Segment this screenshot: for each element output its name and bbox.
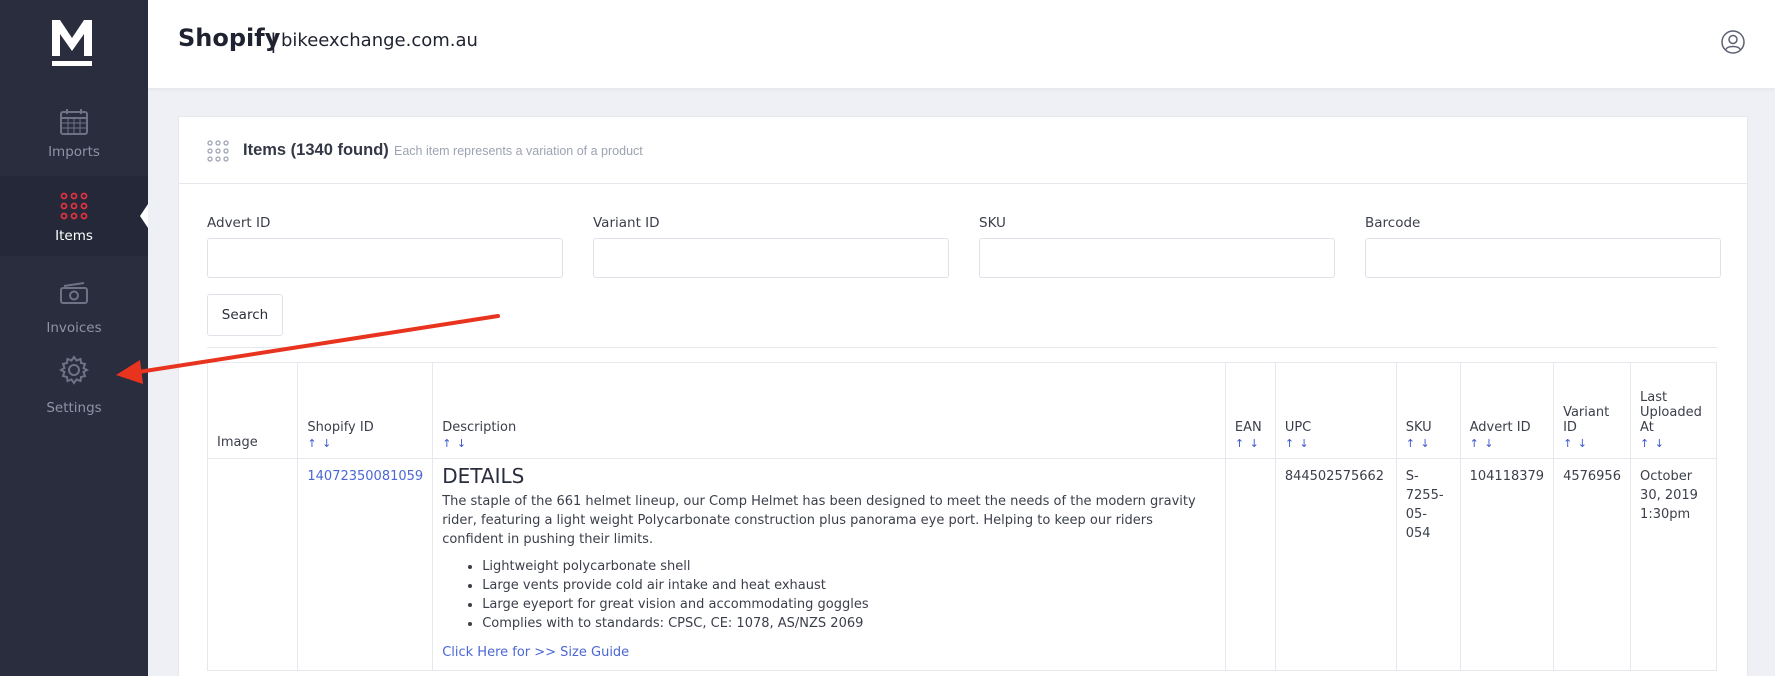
items-card: Items (1340 found) Each item represents … [178, 116, 1748, 676]
sku-input[interactable] [979, 238, 1335, 278]
store-domain: bikeexchange.com.au [281, 30, 478, 51]
advert-id-label: Advert ID [207, 215, 271, 231]
cell-sku: S-7255-05-054 [1395, 458, 1461, 671]
barcode-label: Barcode [1365, 215, 1421, 231]
column-header-sku[interactable]: SKU ↑ ↓ [1395, 362, 1461, 459]
column-header-image: Image [206, 362, 299, 459]
search-button[interactable]: Search [207, 294, 283, 336]
cell-upc: 844502575662 [1274, 458, 1397, 671]
table-header-row: Image Shopify ID ↑ ↓ Description ↑ ↓ EAN ↑ … [206, 362, 1717, 459]
sidebar-item-label: Settings [46, 400, 102, 416]
column-header-variant-id[interactable]: Variant ID ↑ ↓ [1553, 362, 1632, 459]
card-title: Items (1340 found) [243, 141, 389, 159]
divider [207, 347, 1717, 348]
cell-description: DETAILS The staple of the 661 helmet lin… [432, 458, 1226, 671]
sidebar-item-imports[interactable]: Imports [0, 92, 148, 172]
sidebar-item-items[interactable]: Items [0, 176, 148, 256]
column-header-advert-id[interactable]: Advert ID ↑ ↓ [1459, 362, 1555, 459]
grid-dots-icon [207, 140, 229, 162]
title-separator: | [270, 29, 277, 53]
description-text: The staple of the 661 helmet lineup, our… [442, 494, 1196, 547]
barcode-input[interactable] [1365, 238, 1721, 278]
sidebar-item-label: Items [55, 228, 93, 244]
column-header-last-uploaded[interactable]: Last Uploaded At ↑ ↓ [1630, 362, 1717, 459]
sidebar-item-label: Imports [48, 144, 100, 160]
list-item: Large eyeport for great vision and accom… [482, 595, 1216, 614]
sidebar-item-settings[interactable]: Settings [0, 354, 148, 434]
cell-advert-id: 104118379 [1459, 458, 1555, 671]
calendar-icon [60, 109, 88, 135]
shopify-id-link[interactable]: 14072350081059 [307, 469, 423, 484]
list-item: Complies with to standards: CPSC, CE: 10… [482, 614, 1216, 633]
money-icon [60, 282, 88, 304]
grid-dots-icon [60, 192, 88, 220]
variant-id-input[interactable] [593, 238, 949, 278]
table-row: 14072350081059 DETAILS The staple of the… [206, 458, 1717, 671]
sort-arrows-icon[interactable]: ↑ ↓ [442, 437, 1216, 450]
sidebar: Imports Items Invoices Settings [0, 0, 148, 676]
column-header-shopify-id[interactable]: Shopify ID ↑ ↓ [297, 362, 434, 459]
column-header-description[interactable]: Description ↑ ↓ [432, 362, 1226, 459]
description-heading: DETAILS [442, 464, 525, 488]
sort-arrows-icon[interactable]: ↑ ↓ [307, 437, 423, 450]
sidebar-item-invoices[interactable]: Invoices [0, 264, 148, 344]
list-item: Large vents provide cold air intake and … [482, 576, 1216, 595]
sort-arrows-icon[interactable]: ↑ ↓ [1470, 437, 1544, 450]
top-header: Shopify | bikeexchange.com.au [148, 0, 1775, 88]
variant-id-label: Variant ID [593, 215, 660, 231]
description-bullets: Lightweight polycarbonate shell Large ve… [442, 557, 1216, 633]
column-header-ean[interactable]: EAN ↑ ↓ [1224, 362, 1276, 459]
user-account-icon[interactable] [1721, 30, 1745, 54]
cell-variant-id: 4576956 [1553, 458, 1632, 671]
advert-id-input[interactable] [207, 238, 563, 278]
size-guide-link[interactable]: Click Here for >> Size Guide [442, 645, 629, 660]
cell-image [206, 458, 299, 671]
cell-shopify-id: 14072350081059 [297, 458, 434, 671]
sort-arrows-icon[interactable]: ↑ ↓ [1563, 437, 1621, 450]
items-table: Image Shopify ID ↑ ↓ Description ↑ ↓ EAN ↑ … [206, 362, 1717, 671]
card-header: Items (1340 found) Each item represents … [179, 117, 1747, 184]
sku-label: SKU [979, 215, 1006, 231]
brand-logo[interactable] [50, 18, 94, 68]
sort-arrows-icon[interactable]: ↑ ↓ [1640, 437, 1707, 450]
card-subtitle: Each item represents a variation of a pr… [394, 144, 643, 158]
cell-last-uploaded: October 30, 2019 1:30pm [1630, 458, 1717, 671]
list-item: Lightweight polycarbonate shell [482, 557, 1216, 576]
sort-arrows-icon[interactable]: ↑ ↓ [1235, 437, 1266, 450]
gear-icon [58, 355, 90, 385]
page-title: Shopify [178, 24, 281, 52]
sort-arrows-icon[interactable]: ↑ ↓ [1285, 437, 1387, 450]
sort-arrows-icon[interactable]: ↑ ↓ [1406, 437, 1451, 450]
sidebar-item-label: Invoices [46, 320, 102, 336]
cell-ean [1224, 458, 1276, 671]
column-header-upc[interactable]: UPC ↑ ↓ [1274, 362, 1397, 459]
